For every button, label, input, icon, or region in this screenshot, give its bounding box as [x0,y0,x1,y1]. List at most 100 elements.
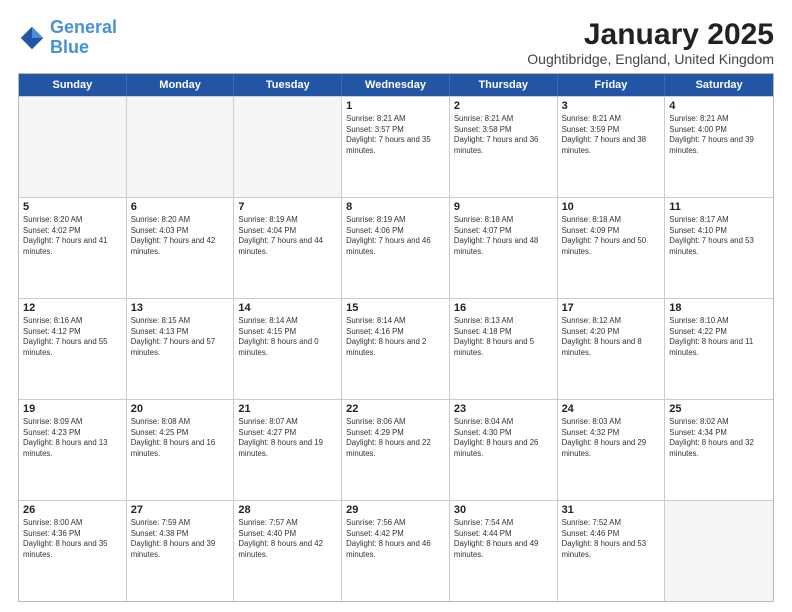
location: Oughtibridge, England, United Kingdom [527,51,774,67]
day-number: 26 [23,504,122,516]
day-number: 6 [131,201,230,213]
calendar-cell: 10 Sunrise: 8:18 AM Sunset: 4:09 PM Dayli… [558,198,666,298]
calendar-week: 26 Sunrise: 8:00 AM Sunset: 4:36 PM Dayli… [19,500,773,601]
month-title: January 2025 [527,18,774,51]
cell-info: Sunrise: 8:21 AM Sunset: 3:57 PM Dayligh… [346,114,445,156]
calendar-cell [665,501,773,601]
calendar-body: 1 Sunrise: 8:21 AM Sunset: 3:57 PM Daylig… [19,96,773,601]
cell-info: Sunrise: 8:21 AM Sunset: 3:58 PM Dayligh… [454,114,553,156]
calendar-header: SundayMondayTuesdayWednesdayThursdayFrid… [19,74,773,96]
day-number: 3 [562,100,661,112]
calendar-cell: 5 Sunrise: 8:20 AM Sunset: 4:02 PM Daylig… [19,198,127,298]
day-number: 11 [669,201,769,213]
calendar-cell: 4Sunrise: 8:21 AM Sunset: 4:00 PM Daylig… [665,97,773,197]
calendar-cell: 15Sunrise: 8:14 AM Sunset: 4:16 PM Dayli… [342,299,450,399]
weekday-header: Saturday [665,74,773,96]
title-block: January 2025 Oughtibridge, England, Unit… [527,18,774,67]
calendar-cell: 2Sunrise: 8:21 AM Sunset: 3:58 PM Daylig… [450,97,558,197]
day-number: 27 [131,504,230,516]
calendar-cell: 26 Sunrise: 8:00 AM Sunset: 4:36 PM Dayli… [19,501,127,601]
cell-info: Sunrise: 8:16 AM Sunset: 4:12 PM Dayligh… [23,316,122,358]
page: General Blue January 2025 Oughtibridge, … [0,0,792,612]
day-number: 31 [562,504,661,516]
cell-info: Sunrise: 8:15 AM Sunset: 4:13 PM Dayligh… [131,316,230,358]
day-number: 23 [454,403,553,415]
cell-info: Sunrise: 8:14 AM Sunset: 4:15 PM Dayligh… [238,316,337,358]
day-number: 17 [562,302,661,314]
calendar-cell: 24Sunrise: 8:03 AM Sunset: 4:32 PM Dayli… [558,400,666,500]
cell-info: Sunrise: 8:14 AM Sunset: 4:16 PM Dayligh… [346,316,445,358]
calendar-cell: 23 Sunrise: 8:04 AM Sunset: 4:30 PM Dayli… [450,400,558,500]
calendar-cell: 16Sunrise: 8:13 AM Sunset: 4:18 PM Dayli… [450,299,558,399]
cell-info: Sunrise: 8:02 AM Sunset: 4:34 PM Dayligh… [669,417,769,459]
calendar-cell: 6 Sunrise: 8:20 AM Sunset: 4:03 PM Daylig… [127,198,235,298]
cell-info: Sunrise: 8:21 AM Sunset: 4:00 PM Dayligh… [669,114,769,156]
day-number: 29 [346,504,445,516]
cell-info: Sunrise: 7:56 AM Sunset: 4:42 PM Dayligh… [346,518,445,560]
weekday-header: Thursday [450,74,558,96]
logo: General Blue [18,18,117,58]
cell-info: Sunrise: 8:04 AM Sunset: 4:30 PM Dayligh… [454,417,553,459]
cell-info: Sunrise: 8:00 AM Sunset: 4:36 PM Dayligh… [23,518,122,560]
calendar-cell: 9Sunrise: 8:18 AM Sunset: 4:07 PM Daylig… [450,198,558,298]
cell-info: Sunrise: 8:12 AM Sunset: 4:20 PM Dayligh… [562,316,661,358]
calendar-cell: 19 Sunrise: 8:09 AM Sunset: 4:23 PM Dayli… [19,400,127,500]
weekday-header: Tuesday [234,74,342,96]
day-number: 8 [346,201,445,213]
calendar-week: 5 Sunrise: 8:20 AM Sunset: 4:02 PM Daylig… [19,197,773,298]
day-number: 14 [238,302,337,314]
day-number: 28 [238,504,337,516]
cell-info: Sunrise: 8:21 AM Sunset: 3:59 PM Dayligh… [562,114,661,156]
cell-info: Sunrise: 7:59 AM Sunset: 4:38 PM Dayligh… [131,518,230,560]
day-number: 5 [23,201,122,213]
calendar-cell [127,97,235,197]
calendar-cell: 7 Sunrise: 8:19 AM Sunset: 4:04 PM Daylig… [234,198,342,298]
cell-info: Sunrise: 7:52 AM Sunset: 4:46 PM Dayligh… [562,518,661,560]
calendar-cell: 31 Sunrise: 7:52 AM Sunset: 4:46 PM Dayli… [558,501,666,601]
calendar-cell: 18 Sunrise: 8:10 AM Sunset: 4:22 PM Dayli… [665,299,773,399]
day-number: 10 [562,201,661,213]
day-number: 24 [562,403,661,415]
cell-info: Sunrise: 8:07 AM Sunset: 4:27 PM Dayligh… [238,417,337,459]
day-number: 7 [238,201,337,213]
cell-info: Sunrise: 7:57 AM Sunset: 4:40 PM Dayligh… [238,518,337,560]
cell-info: Sunrise: 8:08 AM Sunset: 4:25 PM Dayligh… [131,417,230,459]
cell-info: Sunrise: 8:13 AM Sunset: 4:18 PM Dayligh… [454,316,553,358]
calendar-cell: 25 Sunrise: 8:02 AM Sunset: 4:34 PM Dayli… [665,400,773,500]
cell-info: Sunrise: 8:18 AM Sunset: 4:07 PM Dayligh… [454,215,553,257]
cell-info: Sunrise: 8:10 AM Sunset: 4:22 PM Dayligh… [669,316,769,358]
calendar-cell: 8Sunrise: 8:19 AM Sunset: 4:06 PM Daylig… [342,198,450,298]
weekday-header: Friday [558,74,666,96]
calendar-cell: 14 Sunrise: 8:14 AM Sunset: 4:15 PM Dayli… [234,299,342,399]
day-number: 18 [669,302,769,314]
day-number: 19 [23,403,122,415]
day-number: 1 [346,100,445,112]
cell-info: Sunrise: 8:20 AM Sunset: 4:02 PM Dayligh… [23,215,122,257]
logo-icon [18,24,46,52]
calendar-cell: 29 Sunrise: 7:56 AM Sunset: 4:42 PM Dayli… [342,501,450,601]
cell-info: Sunrise: 8:20 AM Sunset: 4:03 PM Dayligh… [131,215,230,257]
day-number: 30 [454,504,553,516]
calendar-cell: 28 Sunrise: 7:57 AM Sunset: 4:40 PM Dayli… [234,501,342,601]
calendar-cell: 21 Sunrise: 8:07 AM Sunset: 4:27 PM Dayli… [234,400,342,500]
calendar-week: 12 Sunrise: 8:16 AM Sunset: 4:12 PM Dayli… [19,298,773,399]
weekday-header: Sunday [19,74,127,96]
cell-info: Sunrise: 8:19 AM Sunset: 4:04 PM Dayligh… [238,215,337,257]
calendar-cell: 1 Sunrise: 8:21 AM Sunset: 3:57 PM Daylig… [342,97,450,197]
calendar-cell: 13Sunrise: 8:15 AM Sunset: 4:13 PM Dayli… [127,299,235,399]
calendar-cell: 3 Sunrise: 8:21 AM Sunset: 3:59 PM Daylig… [558,97,666,197]
cell-info: Sunrise: 8:18 AM Sunset: 4:09 PM Dayligh… [562,215,661,257]
calendar-cell [234,97,342,197]
calendar-week: 19 Sunrise: 8:09 AM Sunset: 4:23 PM Dayli… [19,399,773,500]
day-number: 21 [238,403,337,415]
cell-info: Sunrise: 8:06 AM Sunset: 4:29 PM Dayligh… [346,417,445,459]
calendar-cell [19,97,127,197]
calendar-cell: 17 Sunrise: 8:12 AM Sunset: 4:20 PM Dayli… [558,299,666,399]
calendar-cell: 30Sunrise: 7:54 AM Sunset: 4:44 PM Dayli… [450,501,558,601]
day-number: 12 [23,302,122,314]
day-number: 25 [669,403,769,415]
cell-info: Sunrise: 8:09 AM Sunset: 4:23 PM Dayligh… [23,417,122,459]
calendar-week: 1 Sunrise: 8:21 AM Sunset: 3:57 PM Daylig… [19,96,773,197]
day-number: 22 [346,403,445,415]
calendar-cell: 20Sunrise: 8:08 AM Sunset: 4:25 PM Dayli… [127,400,235,500]
